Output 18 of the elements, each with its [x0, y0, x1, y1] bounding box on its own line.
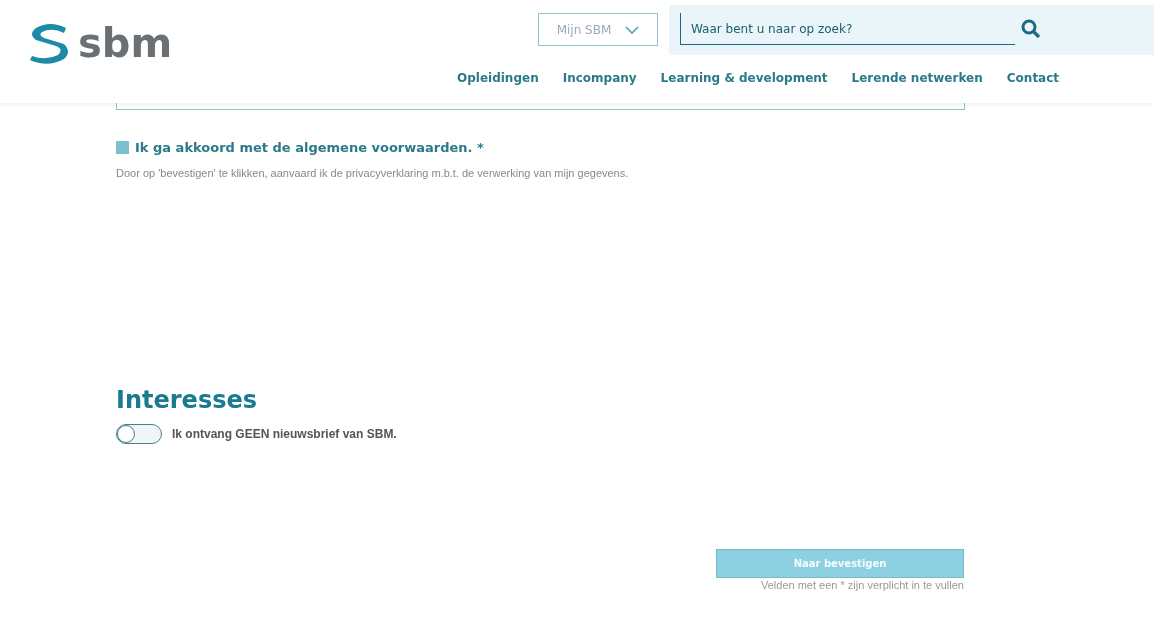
chevron-icon: [625, 25, 640, 34]
privacy-note: Door op 'bevestigen' te klikken, aanvaard ik de privacyverklaring m.b.t. de verwerking van mijn gegevens.: [116, 167, 630, 179]
nav-link[interactable]: Incompany: [562, 71, 637, 85]
checkbox[interactable]: [116, 141, 129, 154]
nav-link[interactable]: Lerende netwerken: [851, 71, 983, 85]
required-note: Velden met een * zijn verplicht in te vullen: [761, 579, 964, 591]
nav-link[interactable]: Opleidingen: [457, 71, 539, 85]
section-title: Interesses: [116, 386, 258, 414]
logo-text[interactable]: sbm: [78, 23, 173, 63]
toggle-label: Ik ontvang GEEN nieuwsbrief van SBM.: [172, 427, 397, 441]
toggle-switch[interactable]: [116, 424, 162, 444]
search-field[interactable]: Waar bent u naar op zoek?: [680, 13, 1015, 45]
search-icon[interactable]: [1021, 19, 1041, 39]
textarea-field[interactable]: [116, 100, 965, 110]
checkbox-label: Ik ga akkoord met de algemene voorwaarden. *: [135, 140, 484, 155]
nav-link[interactable]: Contact: [1006, 71, 1060, 85]
search-bar[interactable]: Waar bent u naar op zoek?: [669, 5, 1154, 55]
nav-link[interactable]: Learning & development: [660, 71, 828, 85]
